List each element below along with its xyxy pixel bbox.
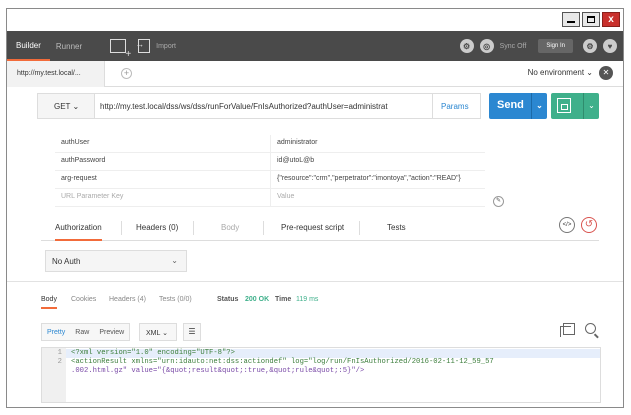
param-value[interactable]: id@utoL@b [277, 157, 314, 164]
sync-icon[interactable]: ◎ [479, 39, 494, 53]
generate-code-icon[interactable]: </> [559, 217, 575, 233]
copy-icon[interactable] [560, 323, 575, 337]
request-tab-row: http://my.test.local/... + No environmen… [7, 61, 623, 87]
param-row[interactable]: authUser administrator [55, 135, 485, 153]
tab-tests[interactable]: Tests [387, 223, 406, 232]
wrap-lines-icon[interactable]: ☰ [183, 323, 201, 341]
response-tab-body[interactable]: Body [41, 296, 57, 309]
section-divider [7, 281, 623, 282]
url-input[interactable]: http://my.test.local/dss/ws/dss/runForVa… [95, 93, 433, 119]
minimize-button[interactable] [562, 12, 580, 27]
param-key-placeholder[interactable]: URL Parameter Key [61, 193, 123, 200]
import-label[interactable]: Import [156, 43, 176, 50]
builder-tabs: Authorization Headers (0) Body Pre-reque… [41, 217, 599, 241]
param-divider [270, 189, 271, 207]
params-table: authUser administrator authPassword id@u… [55, 135, 485, 207]
auth-type-value: No Auth [52, 257, 81, 266]
time-value: 119 ms [296, 296, 319, 303]
param-row-new[interactable]: URL Parameter Key Value [55, 189, 485, 207]
line-number: 1 [57, 349, 62, 357]
response-tab-headers[interactable]: Headers (4) [109, 296, 146, 303]
param-value[interactable]: {"resource":"crm","perpetrator":"imontoy… [277, 175, 461, 182]
tab-divider [121, 221, 122, 235]
auth-type-select[interactable]: No Auth ⌄ [45, 250, 187, 272]
minimize-icon [567, 21, 575, 23]
tab-builder[interactable]: Builder [7, 31, 50, 61]
code-line: <?xml version="1.0" encoding="UTF-8"?> [71, 349, 235, 357]
param-value-placeholder[interactable]: Value [277, 193, 294, 200]
maximize-button[interactable] [582, 12, 600, 27]
params-button[interactable]: Params [433, 93, 481, 119]
tab-divider [359, 221, 360, 235]
format-bar: Pretty Raw Preview [41, 323, 131, 341]
tab-headers[interactable]: Headers (0) [136, 223, 178, 232]
reset-icon[interactable]: ↺ [581, 217, 597, 233]
tab-divider [263, 221, 264, 235]
import-icon[interactable] [135, 39, 151, 53]
param-row[interactable]: arg-request {"resource":"crm","perpetrat… [55, 171, 485, 189]
bulk-edit-icon[interactable]: ✎ [493, 196, 504, 207]
response-tab-tests[interactable]: Tests (0/0) [159, 296, 192, 303]
tab-body[interactable]: Body [221, 223, 239, 232]
chevron-down-icon: ⌄ [171, 256, 178, 265]
heart-icon[interactable]: ♥ [603, 39, 617, 53]
language-select[interactable]: XML ⌄ [139, 323, 177, 341]
save-options-caret[interactable]: ⌄ [583, 93, 599, 119]
status-value: 200 OK [245, 296, 270, 303]
format-raw-button[interactable]: Raw [70, 329, 94, 336]
tab-authorization[interactable]: Authorization [55, 223, 102, 241]
close-button[interactable]: x [602, 12, 620, 27]
environment-select[interactable]: No environment ⌄ [528, 68, 593, 77]
param-divider [270, 135, 271, 153]
param-divider [270, 153, 271, 171]
window-titlebar: x [7, 9, 623, 31]
param-divider [270, 171, 271, 189]
param-value[interactable]: administrator [277, 139, 317, 146]
window-controls: x [562, 12, 620, 27]
response-tab-cookies[interactable]: Cookies [71, 296, 96, 303]
time-label: Time [275, 296, 292, 303]
new-window-icon[interactable] [110, 39, 131, 60]
url-row: GET ⌄ http://my.test.local/dss/ws/dss/ru… [37, 93, 599, 119]
send-label: Send [497, 99, 524, 111]
param-key[interactable]: authUser [61, 139, 89, 146]
format-pretty-button[interactable]: Pretty [42, 329, 70, 336]
app-window: x Builder Runner Import ⚙ ◎ Sync Off Sig… [6, 8, 624, 408]
header-right-controls: ⚙ ◎ Sync Off Sign In ⚙ ♥ [459, 31, 617, 61]
save-icon [557, 98, 571, 113]
save-button[interactable]: ⌄ [551, 93, 599, 119]
param-key[interactable]: authPassword [61, 157, 105, 164]
sync-label: Sync Off [499, 42, 527, 50]
line-number: 2 [57, 358, 62, 366]
tab-divider [193, 221, 194, 235]
tab-runner[interactable]: Runner [50, 42, 88, 51]
close-icon: x [608, 13, 614, 25]
settings-icon[interactable]: ⚙ [583, 39, 597, 53]
sign-in-button[interactable]: Sign In [538, 39, 573, 53]
app-header: Builder Runner Import ⚙ ◎ Sync Off Sign … [7, 31, 623, 61]
environment-settings-icon[interactable]: ✕ [599, 66, 613, 80]
add-tab-icon[interactable]: + [121, 68, 132, 79]
param-row[interactable]: authPassword id@utoL@b [55, 153, 485, 171]
code-line: .002.html.gz" value="{&quot;result&quot;… [71, 367, 365, 375]
search-icon[interactable] [585, 323, 596, 334]
code-line: <actionResult xmlns="urn:idauto:net:dss:… [71, 358, 494, 366]
format-preview-button[interactable]: Preview [94, 329, 129, 336]
request-tab[interactable]: http://my.test.local/... [7, 61, 105, 87]
method-select[interactable]: GET ⌄ [37, 93, 95, 119]
status-label: Status [217, 296, 239, 303]
send-options-caret[interactable]: ⌄ [531, 93, 547, 119]
response-body[interactable]: 1 2 <?xml version="1.0" encoding="UTF-8"… [41, 347, 601, 403]
send-button[interactable]: Send ⌄ [489, 93, 547, 119]
tab-prerequest-script[interactable]: Pre-request script [281, 223, 344, 232]
param-key[interactable]: arg-request [61, 175, 97, 182]
maximize-icon [587, 16, 595, 23]
interceptor-icon[interactable]: ⚙ [459, 39, 474, 53]
